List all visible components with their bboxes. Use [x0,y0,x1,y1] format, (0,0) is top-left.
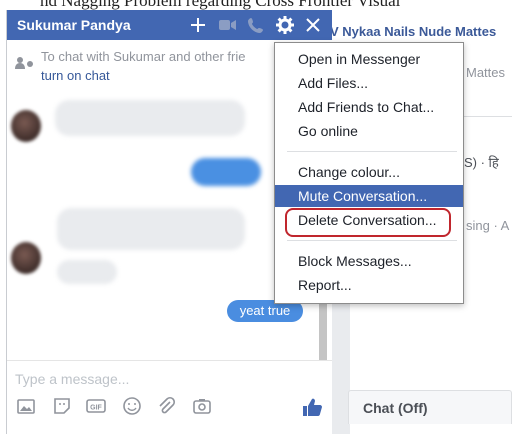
chat-off-tab[interactable]: Chat (Off) [348,390,512,424]
message-composer: GIF [7,360,332,434]
incoming-message-bubble [55,100,245,136]
background-text: S) · हि [464,155,499,170]
chat-options-menu: Open in Messenger Add Files... Add Frien… [274,42,464,304]
background-top-text: nd Nagging Problem regarding Cross Front… [40,0,401,10]
turn-on-chat-link[interactable]: turn on chat [41,68,110,83]
gif-icon[interactable]: GIF [85,395,107,417]
menu-item-add-files[interactable]: Add Files... [275,72,463,94]
person-offline-icon [15,57,35,72]
video-icon[interactable] [219,14,237,37]
avatar[interactable] [11,110,41,142]
background-text: Mattes [466,65,506,80]
sticker-icon[interactable] [51,395,73,417]
svg-text:GIF: GIF [90,405,102,412]
menu-item-block-messages[interactable]: Block Messages... [275,250,463,272]
incoming-message-bubble [57,208,245,250]
plus-icon[interactable] [190,14,206,38]
attach-icon[interactable] [155,395,177,417]
menu-item-add-friends[interactable]: Add Friends to Chat... [275,96,463,118]
menu-item-mute-conversation[interactable]: Mute Conversation... [275,185,463,207]
menu-separator [287,240,457,241]
like-icon[interactable] [301,396,323,418]
background-post-link[interactable]: V Nykaa Nails Nude Mattes [330,24,496,39]
menu-item-report[interactable]: Report... [275,274,463,296]
photo-icon[interactable] [15,395,37,417]
message-input[interactable] [15,369,275,389]
background-text: sing · A [466,218,510,233]
menu-separator [287,151,457,152]
annotation-circle [285,208,451,237]
phone-icon[interactable] [248,14,264,38]
incoming-message-bubble [57,260,117,284]
menu-item-go-online[interactable]: Go online [275,120,463,142]
camera-icon[interactable] [191,395,213,417]
gear-icon[interactable] [276,14,294,39]
chat-off-notice-text: To chat with Sukumar and other frie [41,49,246,64]
avatar[interactable] [11,242,41,274]
outgoing-message-bubble [191,158,261,186]
emoji-icon[interactable] [121,395,143,417]
chat-off-label: Chat (Off) [363,400,428,416]
close-icon[interactable] [306,14,320,37]
menu-item-open-in-messenger[interactable]: Open in Messenger [275,48,463,70]
menu-item-change-colour[interactable]: Change colour... [275,161,463,183]
chat-contact-name[interactable]: Sukumar Pandya [17,17,131,33]
chat-header[interactable]: Sukumar Pandya [7,10,332,40]
